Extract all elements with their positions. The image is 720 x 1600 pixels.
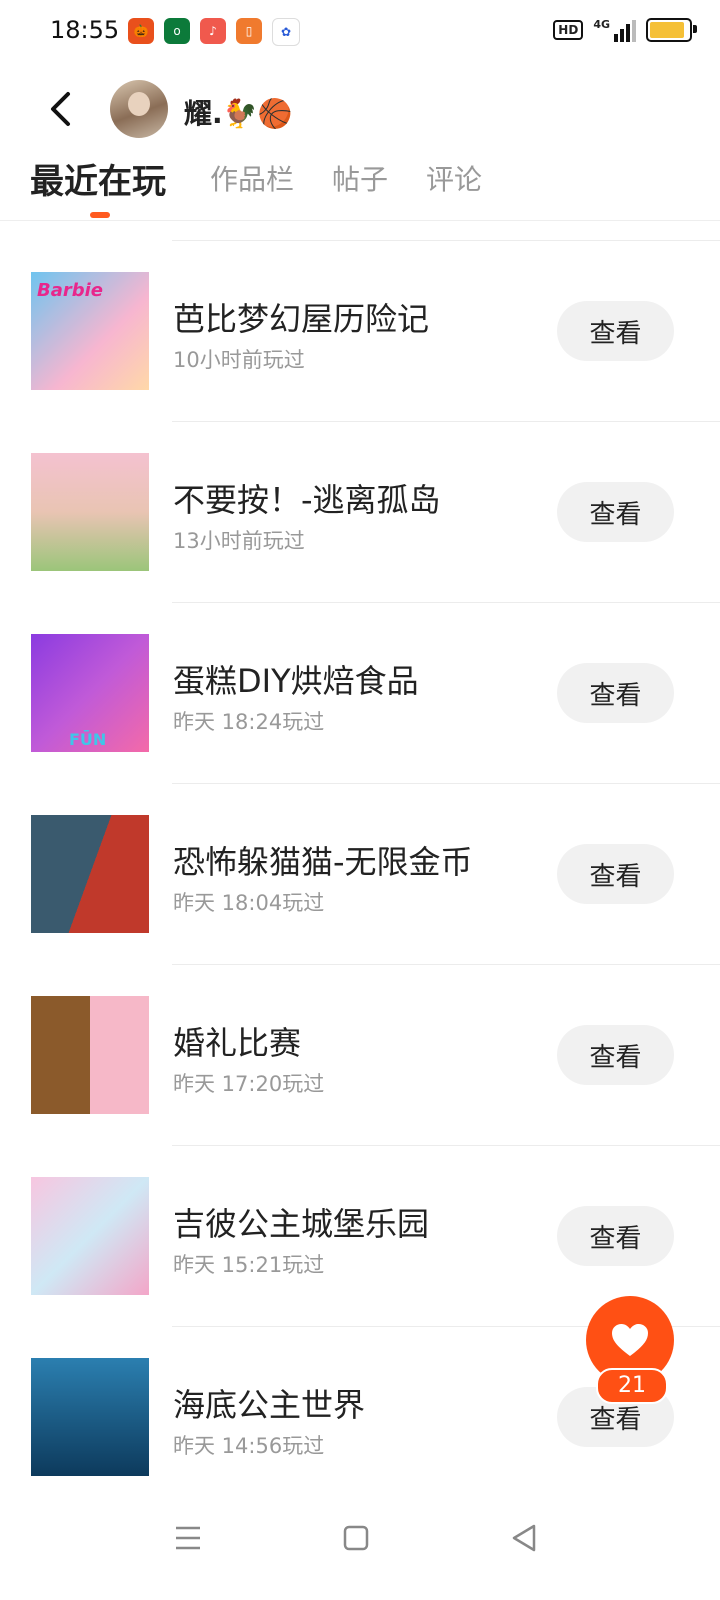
view-button[interactable]: 查看 — [557, 301, 674, 361]
game-name: 芭比梦幻屋历险记 — [173, 300, 430, 338]
system-nav-bar — [0, 1490, 720, 1600]
game-name: 海底公主世界 — [173, 1386, 366, 1424]
pumpkin-app-icon: 🎃 — [128, 18, 154, 44]
game-thumbnail[interactable] — [31, 996, 149, 1114]
game-thumbnail[interactable] — [31, 815, 149, 933]
chevron-left-icon — [51, 92, 70, 126]
like-count-badge: 21 — [596, 1368, 668, 1404]
game-thumbnail[interactable]: Barbie — [31, 272, 149, 390]
tab-works[interactable]: 作品栏 — [210, 158, 294, 198]
last-played: 昨天 14:56玩过 — [173, 1434, 325, 1458]
game-thumbnail[interactable] — [31, 453, 149, 571]
battery-icon — [646, 18, 697, 42]
view-button[interactable]: 查看 — [557, 1206, 674, 1266]
hd-badge: HD — [553, 20, 584, 40]
oppo-app-icon: o — [164, 18, 190, 44]
game-thumbnail[interactable] — [31, 1177, 149, 1295]
last-played: 昨天 15:21玩过 — [173, 1253, 325, 1277]
music-app-icon: ♪ — [200, 18, 226, 44]
list-item[interactable]: 不要按！-逃离孤岛 13小时前玩过 查看 — [0, 421, 720, 602]
list-item[interactable]: 婚礼比赛 昨天 17:20玩过 查看 — [0, 964, 720, 1145]
view-button[interactable]: 查看 — [557, 844, 674, 904]
view-button[interactable]: 查看 — [557, 482, 674, 542]
active-tab-indicator — [90, 212, 110, 218]
last-played: 13小时前玩过 — [173, 529, 305, 553]
username: 耀.🐓🏀 — [184, 97, 293, 130]
status-time: 18:55 — [50, 16, 120, 44]
triangle-back-icon — [512, 1524, 536, 1552]
tab-recently-played[interactable]: 最近在玩 — [30, 154, 166, 203]
game-name: 不要按！-逃离孤岛 — [173, 481, 441, 519]
status-bar: 18:55 🎃 o ♪ ▯ ✿ HD 4G — [0, 0, 720, 64]
notification-icons: 🎃 o ♪ ▯ ✿ — [128, 18, 300, 46]
square-home-icon — [343, 1525, 369, 1551]
network-type: 4G — [593, 18, 610, 31]
game-name: 恐怖躲猫猫-无限金币 — [173, 843, 473, 881]
game-name: 蛋糕DIY烘焙食品 — [173, 662, 419, 700]
game-thumbnail[interactable]: FŪN — [31, 634, 149, 752]
signal-icon: 4G — [593, 18, 636, 42]
list-item[interactable]: 恐怖躲猫猫-无限金币 昨天 18:04玩过 查看 — [0, 783, 720, 964]
game-name: 吉彼公主城堡乐园 — [173, 1205, 430, 1243]
game-thumbnail[interactable] — [31, 1358, 149, 1476]
list-item[interactable]: Barbie 芭比梦幻屋历险记 10小时前玩过 查看 — [0, 240, 720, 421]
tab-comments[interactable]: 评论 — [426, 158, 482, 198]
last-played: 昨天 18:24玩过 — [173, 710, 325, 734]
avatar[interactable] — [110, 80, 168, 138]
last-played: 10小时前玩过 — [173, 348, 305, 372]
game-name: 婚礼比赛 — [173, 1024, 302, 1062]
heart-icon — [612, 1324, 648, 1356]
list-item[interactable]: FŪN 蛋糕DIY烘焙食品 昨天 18:24玩过 查看 — [0, 602, 720, 783]
view-button[interactable]: 查看 — [557, 663, 674, 723]
view-button[interactable]: 查看 — [557, 1025, 674, 1085]
menu-nav-button[interactable] — [158, 1508, 218, 1568]
last-played: 昨天 18:04玩过 — [173, 891, 325, 915]
back-nav-button[interactable] — [494, 1508, 554, 1568]
home-nav-button[interactable] — [326, 1508, 386, 1568]
tab-bar: 最近在玩 作品栏 帖子 评论 — [0, 150, 720, 221]
menu-icon — [176, 1526, 200, 1550]
baidu-app-icon: ✿ — [272, 18, 300, 46]
last-played: 昨天 17:20玩过 — [173, 1072, 325, 1096]
tab-posts[interactable]: 帖子 — [332, 158, 388, 198]
book-app-icon: ▯ — [236, 18, 262, 44]
back-button[interactable] — [36, 84, 86, 134]
